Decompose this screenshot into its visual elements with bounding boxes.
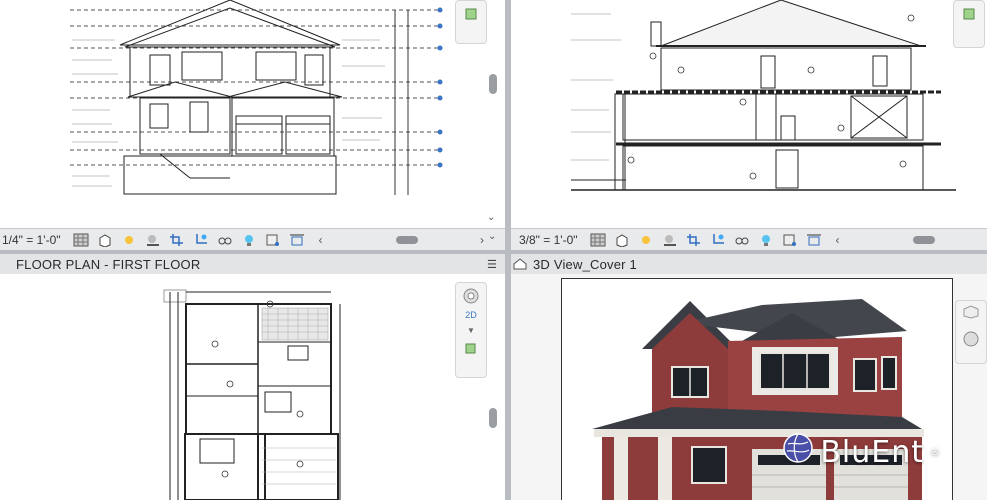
floor-plan-drawing bbox=[163, 289, 341, 500]
chevron-down-icon[interactable]: ▼ bbox=[467, 326, 475, 335]
brand-logo: BluEnt ® bbox=[782, 432, 941, 472]
brand-trademark: ® bbox=[930, 446, 941, 458]
temporary-hide-icon-2[interactable] bbox=[733, 232, 751, 248]
view-title-bar-3d[interactable]: 3D View_Cover 1 bbox=[511, 254, 987, 274]
show-crop-region-icon-2[interactable] bbox=[709, 232, 727, 248]
home-icon bbox=[513, 258, 527, 270]
vertical-scrollbar-thumb[interactable] bbox=[489, 74, 497, 94]
navigation-wheel-icon-2[interactable] bbox=[962, 330, 980, 353]
brand-name: BluEnt bbox=[820, 434, 924, 470]
horizontal-scrollbar-thumb[interactable] bbox=[396, 236, 418, 244]
view-cube-icon-2[interactable] bbox=[961, 5, 977, 26]
shadows-icon-2[interactable] bbox=[661, 232, 679, 248]
temporary-properties-icon-2[interactable] bbox=[781, 232, 799, 248]
crop-view-icon-2[interactable] bbox=[685, 232, 703, 248]
scroll-down-icon-2[interactable]: ⌄ bbox=[488, 231, 496, 242]
viewport-elevation[interactable]: ⌄ bbox=[0, 0, 505, 228]
elevation-drawing bbox=[70, 0, 443, 195]
analytical-model-icon-2[interactable] bbox=[805, 232, 823, 248]
section-drawing bbox=[571, 0, 956, 191]
view-title-3d: 3D View_Cover 1 bbox=[533, 256, 637, 272]
view-navigation-bar[interactable] bbox=[455, 0, 487, 44]
view-title-floor-plan: FLOOR PLAN - FIRST FLOOR bbox=[16, 256, 201, 272]
view-control-bar-elevation: 1/4" = 1'-0" ‹ › ⌄ bbox=[0, 228, 505, 252]
temporary-hide-icon[interactable] bbox=[216, 232, 234, 248]
vertical-scrollbar-thumb-3[interactable] bbox=[489, 408, 497, 428]
label-2d[interactable]: 2D bbox=[465, 310, 477, 320]
sun-path-icon[interactable] bbox=[120, 232, 138, 248]
reveal-hidden-icon-2[interactable] bbox=[757, 232, 775, 248]
scroll-left-icon[interactable]: ‹ bbox=[312, 232, 330, 248]
detail-level-icon-2[interactable] bbox=[589, 232, 607, 248]
view-cube-icon-4[interactable] bbox=[962, 305, 980, 324]
viewport-floor-plan[interactable]: 2D ▼ bbox=[0, 274, 505, 500]
view-cube-icon[interactable] bbox=[463, 5, 479, 26]
zoom-icon[interactable] bbox=[463, 341, 479, 362]
visual-style-icon[interactable] bbox=[96, 232, 114, 248]
scroll-left-icon-2[interactable]: ‹ bbox=[829, 232, 847, 248]
sun-path-icon-2[interactable] bbox=[637, 232, 655, 248]
view-control-bar-section: 3/8" = 1'-0" ‹ bbox=[511, 228, 987, 252]
globe-icon bbox=[782, 432, 814, 472]
analytical-model-icon[interactable] bbox=[288, 232, 306, 248]
view-scale-2[interactable]: 3/8" = 1'-0" bbox=[511, 233, 586, 247]
detail-level-icon[interactable] bbox=[72, 232, 90, 248]
navigation-wheel-icon[interactable] bbox=[461, 287, 481, 310]
reveal-hidden-icon[interactable] bbox=[240, 232, 258, 248]
crop-view-icon[interactable] bbox=[168, 232, 186, 248]
view-navigation-bar-2[interactable] bbox=[953, 0, 985, 48]
shadows-icon[interactable] bbox=[144, 232, 162, 248]
view-title-bar-floor-plan[interactable]: FLOOR PLAN - FIRST FLOOR ☰ bbox=[0, 254, 505, 274]
temporary-properties-icon[interactable] bbox=[264, 232, 282, 248]
view-scale[interactable]: 1/4" = 1'-0" bbox=[0, 233, 69, 247]
viewport-section[interactable] bbox=[511, 0, 987, 228]
view-navigation-bar-3[interactable]: 2D ▼ bbox=[455, 282, 487, 378]
scroll-down-icon[interactable]: ⌄ bbox=[487, 212, 495, 223]
show-crop-region-icon[interactable] bbox=[192, 232, 210, 248]
visual-style-icon-2[interactable] bbox=[613, 232, 631, 248]
view-menu-icon[interactable]: ☰ bbox=[487, 258, 497, 271]
horizontal-scrollbar-thumb-2[interactable] bbox=[913, 236, 935, 244]
view-navigation-bar-4[interactable] bbox=[955, 300, 987, 364]
